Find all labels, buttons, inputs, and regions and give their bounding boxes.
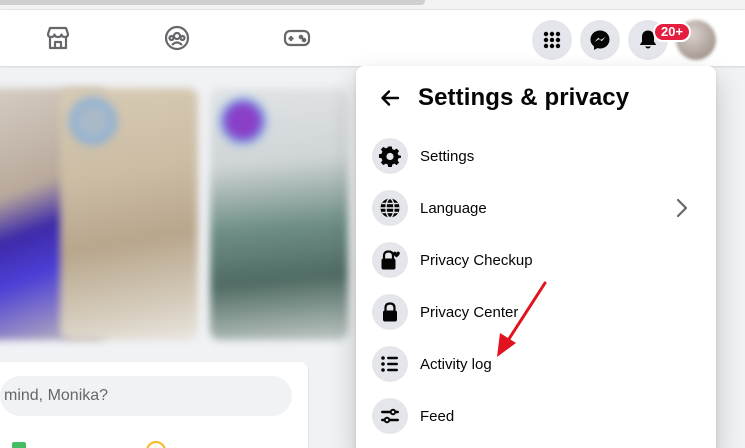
back-button[interactable]: [372, 80, 408, 116]
messenger-icon: [590, 30, 610, 50]
menu-item-settings[interactable]: Settings: [364, 132, 708, 184]
messenger-button[interactable]: [580, 20, 620, 60]
settings-privacy-panel: Settings & privacy Settings Language Pri…: [356, 66, 716, 448]
chevron-right-icon: [676, 198, 688, 218]
menu-item-label: Activity log: [420, 356, 492, 373]
composer-input[interactable]: mind, Monika?: [0, 376, 292, 416]
top-navigation-bar: 20+: [0, 10, 745, 66]
menu-grid-button[interactable]: [532, 20, 572, 60]
globe-icon: [372, 190, 408, 226]
sliders-icon: [372, 398, 408, 434]
lock-icon: [372, 294, 408, 330]
menu-item-language[interactable]: Language: [364, 184, 708, 236]
story-avatar: [70, 98, 116, 144]
gear-icon: [372, 138, 408, 174]
story-card[interactable]: [60, 88, 198, 340]
lock-heart-icon: [372, 242, 408, 278]
story-avatar: [220, 98, 266, 144]
menu-item-label: Settings: [420, 148, 475, 165]
grid-icon: [543, 31, 561, 49]
menu-item-label: Language: [420, 200, 487, 217]
back-arrow-icon: [381, 90, 400, 106]
stories-row: [0, 88, 360, 340]
menu-item-privacy-center[interactable]: Privacy Center: [364, 288, 708, 340]
menu-item-label: Privacy Checkup: [420, 252, 533, 269]
browser-tab-strip: [0, 0, 745, 10]
horizontal-scrollbar[interactable]: [0, 0, 425, 5]
photo-video-icon[interactable]: [12, 442, 26, 448]
notification-count-badge: 20+: [653, 22, 692, 42]
menu-item-label: Feed: [420, 408, 455, 425]
menu-item-activity-log[interactable]: Activity log: [364, 340, 708, 392]
marketplace-icon[interactable]: [44, 24, 72, 52]
panel-header: Settings & privacy: [356, 66, 716, 130]
panel-title: Settings & privacy: [418, 84, 630, 111]
list-icon: [372, 346, 408, 382]
gaming-icon[interactable]: [283, 24, 311, 52]
menu-item-label: Privacy Center: [420, 304, 519, 321]
groups-icon[interactable]: [163, 24, 191, 52]
menu-item-privacy-checkup[interactable]: Privacy Checkup: [364, 236, 708, 288]
story-card[interactable]: [210, 88, 348, 340]
menu-item-feed[interactable]: Feed: [364, 392, 708, 444]
